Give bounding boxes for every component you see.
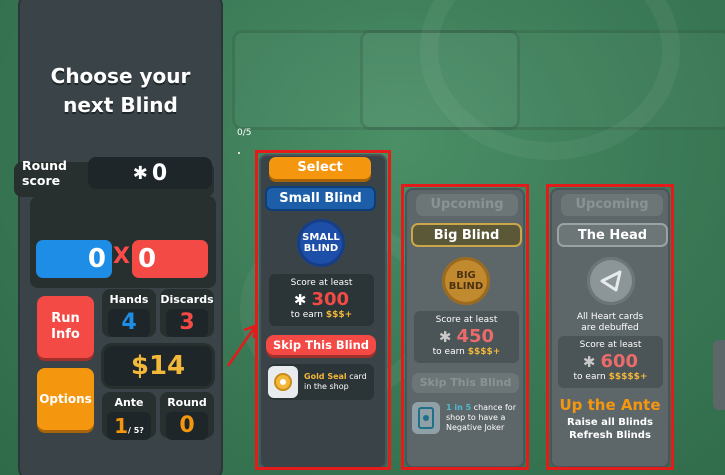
felt-swirl <box>420 0 680 160</box>
big-blind-chip-icon: BIG BLIND <box>442 257 490 305</box>
discards-value: 3 <box>166 309 208 337</box>
options-button[interactable]: Options <box>37 368 94 430</box>
discards-stat: Discards 3 <box>160 289 214 337</box>
skip-blind-button[interactable]: Skip This Blind <box>266 335 376 355</box>
cursor-dot <box>238 152 240 154</box>
hands-value: 4 <box>108 309 150 337</box>
select-button[interactable]: Select <box>269 157 371 179</box>
gold-seal-tag-icon <box>268 366 298 398</box>
small-blind-chip-icon: SMALL BLIND <box>297 219 345 267</box>
upcoming-label: Upcoming <box>561 194 663 216</box>
skip-tag-reward: Gold Seal card in the shop <box>268 364 374 400</box>
up-the-ante-description: Raise all Blinds Refresh Blinds <box>567 417 653 441</box>
money-value: $14 <box>104 346 212 386</box>
negative-joker-tag-icon <box>412 402 440 434</box>
up-the-ante-label: Up the Ante <box>559 396 661 414</box>
chip-icon: ✱ <box>582 352 596 371</box>
skip-tag-reward: 1 in 5 chance for shop to have a Negativ… <box>412 400 520 436</box>
round-value: 0 <box>166 412 208 440</box>
round-score-label: Round score <box>22 158 67 188</box>
small-blind-name: Small Blind <box>265 186 376 211</box>
small-blind-requirement: Score at least ✱ 300 to earn $$$+ <box>269 274 374 326</box>
round-score-value: ✱ 0 <box>88 157 212 189</box>
ante-value: 1/ 5? <box>107 412 151 440</box>
page-title: Choose your next Blind <box>50 64 191 117</box>
mult-value: 0 <box>132 240 208 278</box>
chip-icon: ✱ <box>132 162 148 184</box>
boss-blind-description: All Heart cards are debuffed <box>576 312 644 333</box>
chip-icon: ✱ <box>438 327 452 346</box>
chip-icon: ✱ <box>293 290 307 309</box>
the-head-chip-icon <box>587 257 635 305</box>
skip-blind-button-disabled: Skip This Blind <box>412 373 519 393</box>
ante-stat: Ante 1/ 5? <box>102 392 156 440</box>
progress-counter: 0/5 <box>237 128 252 138</box>
upcoming-label: Upcoming <box>416 194 518 216</box>
big-blind-name: Big Blind <box>411 223 522 247</box>
chips-value: 0 <box>36 240 112 278</box>
multiply-sign: X <box>113 244 130 269</box>
round-stat: Round 0 <box>160 392 214 440</box>
hands-stat: Hands 4 <box>102 289 156 337</box>
big-blind-requirement: Score at least ✱ 450 to earn $$$$+ <box>414 311 519 363</box>
run-info-button[interactable]: Run Info <box>37 296 94 358</box>
boss-blind-name: The Head <box>557 223 668 247</box>
edge-panel <box>713 340 725 410</box>
boss-blind-requirement: Score at least ✱ 600 to earn $$$$$+ <box>558 336 663 388</box>
